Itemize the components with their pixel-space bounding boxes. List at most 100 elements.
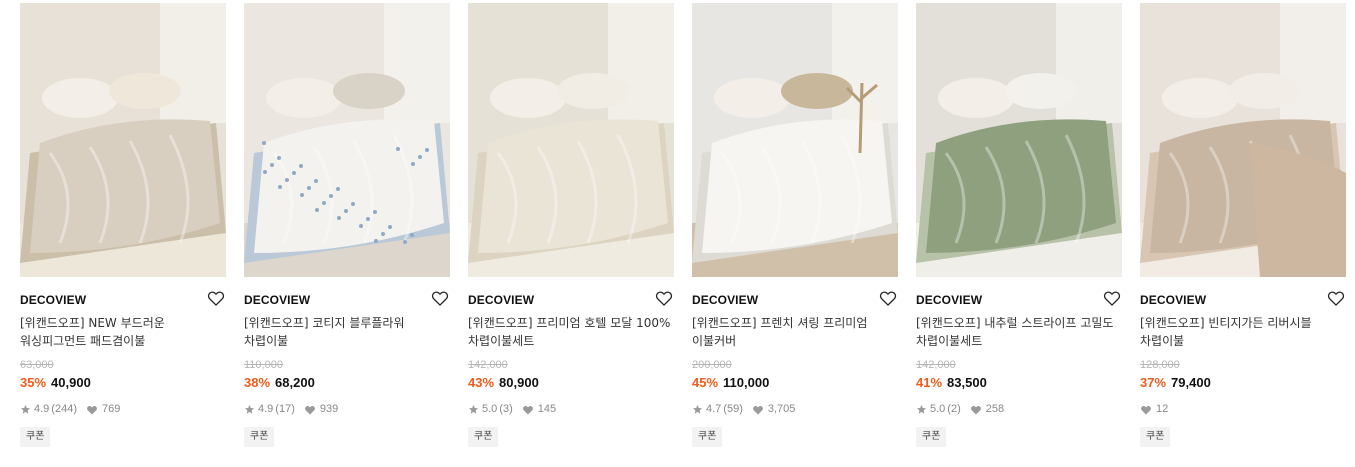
wishlist-heart-icon[interactable] (878, 288, 898, 308)
heart-filled-icon (304, 405, 315, 414)
sale-price: 68,200 (275, 375, 315, 390)
likes-group: 145 (522, 403, 556, 415)
product-photo-art (20, 3, 226, 277)
rating-group: 5.0 (3) (468, 403, 513, 415)
product-card[interactable]: DECOVIEW [위캔드오프] 빈티지가든 리버시블 차렵이불 128,000 37… (1140, 0, 1346, 467)
brand-name[interactable]: DECOVIEW (692, 293, 758, 307)
rating-group: 4.9 (17) (244, 403, 295, 415)
product-card[interactable]: DECOVIEW [위캔드오프] NEW 부드러운 워싱피그먼트 패드겸이불 63,… (20, 0, 226, 467)
heart-filled-icon (87, 405, 97, 414)
brand-name[interactable]: DECOVIEW (468, 293, 534, 307)
rating-value: 4.9 (258, 403, 274, 415)
product-title[interactable]: [위캔드오프] 빈티지가든 리버시블 차렵이불 (1140, 314, 1346, 350)
wishlist-heart-icon[interactable] (206, 288, 226, 308)
likes-group: 258 (970, 403, 1004, 415)
product-image[interactable] (468, 3, 674, 277)
star-icon (916, 404, 927, 414)
brand-name[interactable]: DECOVIEW (1140, 293, 1206, 307)
rating-value: 4.7 (706, 403, 722, 415)
product-photo-art (692, 3, 898, 277)
likes-group: 3,705 (752, 403, 796, 415)
coupon-badge: 쿠폰 (916, 427, 947, 447)
discount-rate: 37% (1140, 375, 1167, 390)
review-stats: 4.9 (17) 939 (244, 403, 347, 415)
price-line: 43% 80,900 (468, 375, 539, 390)
star-icon (692, 404, 703, 414)
discount-rate: 41% (916, 375, 943, 390)
rating-group: 4.7 (59) (692, 403, 743, 415)
star-icon (20, 404, 31, 414)
original-price: 128,000 (1140, 359, 1180, 371)
product-photo-art (916, 3, 1122, 277)
product-card[interactable]: DECOVIEW [위캔드오프] 프리미엄 호텔 모달 100% 차렵이불세트 14… (468, 0, 674, 467)
brand-name[interactable]: DECOVIEW (20, 293, 86, 307)
star-icon (244, 404, 255, 414)
product-title[interactable]: [위캔드오프] 코티지 블루플라워 차렵이불 (244, 314, 450, 350)
review-stats: 4.9 (244) 769 (20, 403, 129, 415)
wishlist-heart-icon[interactable] (430, 288, 450, 308)
heart-filled-icon (522, 405, 533, 414)
product-image[interactable] (244, 3, 450, 277)
product-card[interactable]: DECOVIEW [위캔드오프] 코티지 블루플라워 차렵이불 110,000 38%… (244, 0, 450, 467)
review-stats: 4.7 (59) 3,705 (692, 403, 804, 415)
coupon-badge: 쿠폰 (468, 427, 499, 447)
price-line: 45% 110,000 (692, 375, 769, 390)
original-price: 142,000 (468, 359, 508, 371)
star-icon (468, 404, 479, 414)
wishlist-heart-icon[interactable] (654, 288, 674, 308)
coupon-badge: 쿠폰 (244, 427, 275, 447)
likes-group: 12 (1140, 403, 1168, 415)
likes-count: 12 (1156, 403, 1169, 415)
heart-filled-icon (1141, 405, 1151, 414)
product-title[interactable]: [위캔드오프] 내추럴 스트라이프 고밀도 차렵이불세트 (916, 314, 1122, 350)
heart-filled-icon (970, 405, 981, 414)
likes-count: 939 (319, 403, 339, 415)
price-line: 41% 83,500 (916, 375, 987, 390)
likes-count: 3,705 (767, 403, 796, 415)
review-count: (3) (499, 403, 513, 415)
sale-price: 79,400 (1171, 375, 1211, 390)
product-card[interactable]: DECOVIEW [위캔드오프] 프렌치 셔링 프리미엄 이불커버 200,000 4… (692, 0, 898, 467)
discount-rate: 45% (692, 375, 719, 390)
original-price: 142,000 (916, 359, 956, 371)
heart-filled-icon (752, 405, 763, 414)
product-grid: DECOVIEW [위캔드오프] NEW 부드러운 워싱피그먼트 패드겸이불 63,… (0, 0, 1355, 467)
wishlist-heart-icon[interactable] (1102, 288, 1122, 308)
review-count: (244) (51, 403, 77, 415)
price-line: 37% 79,400 (1140, 375, 1211, 390)
brand-name[interactable]: DECOVIEW (916, 293, 982, 307)
product-title[interactable]: [위캔드오프] 프렌치 셔링 프리미엄 이불커버 (692, 314, 898, 350)
product-photo-art (244, 3, 450, 277)
sale-price: 40,900 (51, 375, 91, 390)
discount-rate: 35% (20, 375, 47, 390)
coupon-badge: 쿠폰 (692, 427, 723, 447)
likes-group: 769 (86, 403, 120, 415)
rating-group: 5.0 (2) (916, 403, 961, 415)
review-stats: 12 (1140, 403, 1177, 415)
wishlist-heart-icon[interactable] (1326, 288, 1346, 308)
original-price: 110,000 (244, 359, 283, 371)
product-image[interactable] (692, 3, 898, 277)
rating-value: 5.0 (482, 403, 498, 415)
product-image[interactable] (1140, 3, 1346, 277)
review-stats: 5.0 (2) 258 (916, 403, 1013, 415)
product-photo-art (468, 3, 674, 277)
coupon-badge: 쿠폰 (20, 427, 51, 447)
rating-group: 4.9 (244) (20, 403, 77, 415)
sale-price: 80,900 (499, 375, 539, 390)
product-title[interactable]: [위캔드오프] NEW 부드러운 워싱피그먼트 패드겸이불 (20, 314, 226, 350)
discount-rate: 38% (244, 375, 271, 390)
rating-value: 4.9 (34, 403, 50, 415)
product-photo-art (1140, 3, 1346, 277)
likes-count: 769 (101, 403, 121, 415)
brand-name[interactable]: DECOVIEW (244, 293, 310, 307)
product-image[interactable] (916, 3, 1122, 277)
original-price: 63,000 (20, 359, 54, 371)
likes-count: 258 (985, 403, 1005, 415)
price-line: 38% 68,200 (244, 375, 315, 390)
rating-value: 5.0 (930, 403, 946, 415)
product-card[interactable]: DECOVIEW [위캔드오프] 내추럴 스트라이프 고밀도 차렵이불세트 142,… (916, 0, 1122, 467)
product-image[interactable] (20, 3, 226, 277)
likes-count: 145 (537, 403, 557, 415)
product-title[interactable]: [위캔드오프] 프리미엄 호텔 모달 100% 차렵이불세트 (468, 314, 674, 350)
